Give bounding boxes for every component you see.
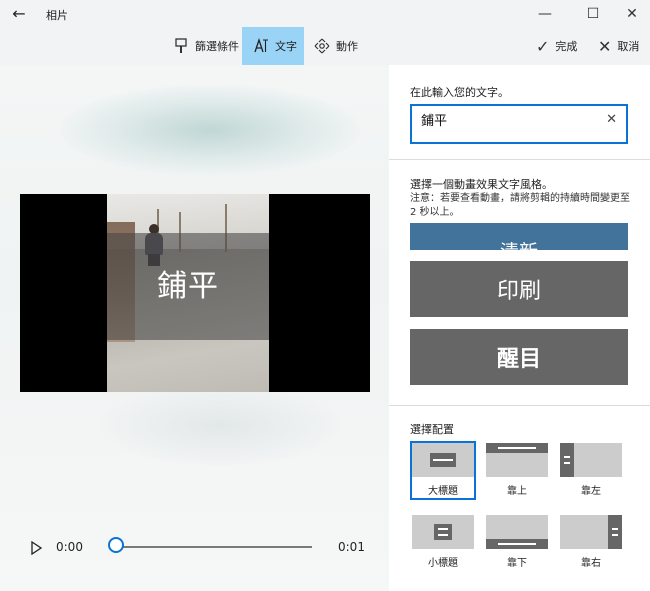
done-label: 完成 (555, 40, 578, 53)
background-blur (60, 85, 360, 175)
layout-preview (560, 443, 622, 477)
layout-label: 大標題 (428, 486, 458, 497)
layout-top[interactable]: 靠上 (484, 441, 550, 500)
play-icon[interactable] (30, 540, 43, 556)
seek-track[interactable] (118, 546, 312, 548)
total-time: 0:01 (338, 540, 365, 554)
layout-preview (486, 443, 548, 477)
current-time: 0:00 (56, 540, 83, 554)
filter-tab[interactable]: 篩選條件 (163, 27, 241, 65)
layout-label: 靠右 (581, 558, 601, 569)
layout-label: 靠上 (507, 486, 527, 497)
text-tab[interactable]: 文字 (242, 27, 304, 65)
text-settings-panel: 在此輸入您的文字。 鋪平 ✕ 選擇一個動畫效果文字風格。 注意：若要查看動畫，請… (389, 65, 650, 591)
preview-stage: 鋪平 (0, 65, 389, 591)
section-divider (389, 159, 650, 160)
background-blur (100, 385, 340, 465)
motion-tab-label: 動作 (336, 40, 358, 53)
minimize-button[interactable]: — (525, 2, 565, 26)
filter-tab-label: 篩選條件 (195, 40, 239, 53)
layout-preview (412, 443, 474, 477)
style-option-label: 清新 (500, 237, 538, 250)
video-preview[interactable]: 鋪平 (20, 194, 370, 392)
cancel-label: 取消 (617, 40, 640, 53)
layout-bottom[interactable]: 靠下 (484, 513, 550, 572)
style-note: 注意：若要查看動畫，請將剪輯的持續時間變更至 2 秒以上。 (410, 193, 630, 218)
video-frame: 鋪平 (107, 194, 269, 392)
clear-text-icon[interactable]: ✕ (606, 112, 617, 127)
motion-tab[interactable]: 動作 (306, 27, 366, 65)
style-option-label: 印刷 (496, 279, 541, 304)
layout-preview (412, 515, 474, 549)
layout-label: 小標題 (428, 558, 458, 569)
seek-thumb[interactable] (108, 537, 124, 553)
style-option-print[interactable]: 印刷 (410, 261, 628, 317)
title-text-value: 鋪平 (421, 114, 448, 129)
style-heading: 選擇一個動畫效果文字風格。 (410, 178, 553, 191)
close-button[interactable]: ✕ (612, 2, 650, 26)
back-arrow-icon[interactable]: ← (8, 4, 30, 24)
close-x-icon: ✕ (598, 36, 612, 56)
cancel-button[interactable]: ✕ 取消 (598, 36, 639, 56)
layout-left[interactable]: 靠左 (558, 441, 624, 500)
title-bar: ← 相片 — ☐ ✕ (0, 0, 650, 28)
overlay-title-text: 鋪平 (157, 269, 219, 304)
style-option-label: 醒目 (496, 347, 541, 372)
checkmark-icon: ✓ (536, 36, 550, 56)
text-icon (253, 37, 269, 54)
layout-label: 靠下 (507, 558, 527, 569)
app-title: 相片 (46, 9, 68, 22)
text-tab-label: 文字 (275, 40, 297, 53)
maximize-button[interactable]: ☐ (573, 2, 613, 26)
layout-heading: 選擇配置 (410, 423, 454, 436)
layout-preview (486, 515, 548, 549)
done-button[interactable]: ✓ 完成 (536, 36, 577, 56)
layout-small-title[interactable]: 小標題 (410, 513, 476, 572)
title-text-input[interactable]: 鋪平 ✕ (410, 104, 628, 144)
style-option-fresh[interactable]: 清新 (410, 223, 628, 250)
style-option-bold[interactable]: 醒目 (410, 329, 628, 385)
layout-preview (560, 515, 622, 549)
section-divider (389, 405, 650, 406)
layout-right[interactable]: 靠右 (558, 513, 624, 572)
move-arrows-icon (314, 38, 330, 54)
layout-large-title[interactable]: 大標題 (410, 441, 476, 500)
input-prompt: 在此輸入您的文字。 (410, 86, 509, 99)
layout-label: 靠左 (581, 486, 601, 497)
brush-icon (173, 38, 189, 54)
